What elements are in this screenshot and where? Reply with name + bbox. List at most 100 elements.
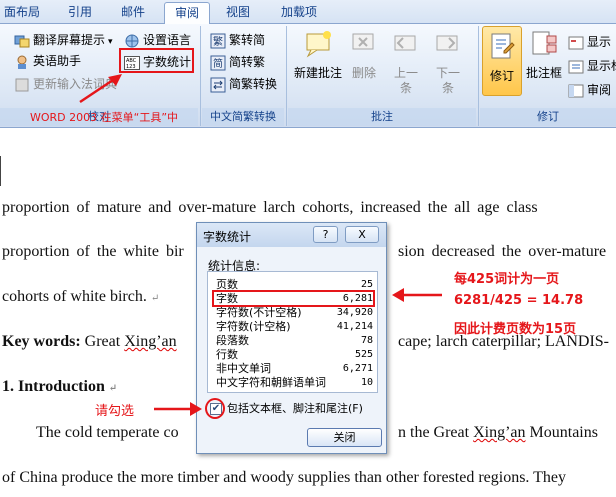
group-separator <box>200 26 201 126</box>
tab-mailings[interactable]: 邮件 <box>110 2 156 24</box>
tab-references[interactable]: 引用 <box>56 2 104 24</box>
chevron-down-icon: ▾ <box>108 37 113 47</box>
group-separator <box>286 26 287 126</box>
para-xingan: Xing’an <box>473 424 526 441</box>
svg-text:简: 简 <box>213 57 223 70</box>
close-window-button[interactable]: X <box>345 226 379 243</box>
display-dropdown[interactable]: 显示 <box>568 32 611 52</box>
display-label: 显示 <box>587 35 612 49</box>
stat-value: 6,271 <box>342 363 373 374</box>
traditional-icon: 简 <box>210 55 226 70</box>
delete-comment-button[interactable]: 删除 <box>344 28 384 81</box>
doc-line-2-right: sion decreased the over-mature <box>398 243 607 260</box>
track-changes-button[interactable]: 修订 <box>482 26 522 96</box>
tab-addins[interactable]: 加载项 <box>270 2 328 24</box>
to-simplified-button[interactable]: 繁繁转简 <box>210 30 265 50</box>
to-simplified-label: 繁转简 <box>229 33 266 47</box>
stat-label: 段落数 <box>216 334 249 347</box>
translate-tip-label: 翻译屏幕提示 <box>33 33 106 47</box>
svg-text:繁: 繁 <box>213 35 223 48</box>
tab-page-layout[interactable]: 面布局 <box>0 2 44 24</box>
paragraph-mark-icon: ↵ <box>150 293 160 304</box>
pages-note: 因此计费页数为15页 <box>454 322 577 337</box>
red-arrow-icon <box>79 74 122 104</box>
reviewing-pane-button[interactable]: 审阅 <box>568 80 611 100</box>
check-note: 请勾选 <box>95 404 135 419</box>
group-separator <box>478 26 479 126</box>
doc-line-2-left: proportion of the white bir <box>2 243 184 260</box>
show-markup-label: 显示标 <box>587 59 616 73</box>
show-markup-dropdown[interactable]: 显示标 <box>568 56 616 76</box>
set-language-button[interactable]: 设置语言 <box>124 30 191 50</box>
to-traditional-label: 简转繁 <box>229 55 266 69</box>
help-button[interactable]: ? <box>313 226 338 243</box>
assistant-icon <box>17 55 27 69</box>
new-comment-label: 新建批注 <box>293 66 342 80</box>
language-icon <box>125 34 139 47</box>
word-count-dialog: 字数统计 ? X 统计信息: 页数 25 字数 6,281 字符数(不计空格) 34,… <box>196 222 387 454</box>
english-assistant-label: 英语助手 <box>33 54 82 68</box>
to-traditional-button[interactable]: 简简转繁 <box>210 52 265 72</box>
simplified-icon: 繁 <box>210 33 226 48</box>
doc-line-last: of China produce the more timber and woo… <box>2 469 567 486</box>
dialog-title: 字数统计 <box>203 230 252 244</box>
reviewing-pane-label: 审阅 <box>587 83 612 97</box>
tracking-group-footer: 修订 <box>480 108 616 126</box>
text-cursor <box>0 156 1 186</box>
conversion-label: 简繁转换 <box>229 77 278 91</box>
display-icon <box>568 36 584 49</box>
previous-label-2: 条 <box>399 81 412 95</box>
stat-label: 中文字符和朝鲜语单词 <box>216 376 326 389</box>
word-count-highlight-box <box>119 48 194 73</box>
show-markup-icon <box>568 60 584 73</box>
per-page-note: 每425词计为一页 <box>454 272 560 287</box>
ribbon: 翻译屏幕提示 ▾ 设置语言 英语助手 ABC 123 字数统计 更新输入法词典 校对 … <box>0 24 616 128</box>
paragraph-mark-icon: ↵ <box>108 383 118 394</box>
red-arrow-icon <box>154 402 202 416</box>
para-left: The cold temperate co <box>36 424 179 441</box>
english-assistant-button[interactable]: 英语助手 <box>14 51 81 71</box>
next-comment-button[interactable]: 下一 条 <box>428 28 468 96</box>
stat-label: 字符数(计空格) <box>216 320 291 333</box>
word2003-note: WORD 2003 在菜单“工具”中 <box>30 111 179 124</box>
stat-row-chinese-chars: 中文字符和朝鲜语单词 10 <box>216 377 373 389</box>
stat-value: 34,920 <box>336 307 373 318</box>
keywords-line-left: Key words: Great Xing’an <box>2 333 177 351</box>
translate-icon <box>14 35 30 47</box>
stat-label: 字符数(不计空格) <box>216 306 302 319</box>
stat-row-lines: 行数 525 <box>216 349 373 361</box>
tab-review[interactable]: 审阅 <box>164 2 210 25</box>
para-right: n the Great Xing’an Mountains <box>398 424 598 442</box>
keywords-xingan: Xing’an <box>124 333 177 350</box>
statistics-panel: 页数 25 字数 6,281 字符数(不计空格) 34,920 字符数(计空格) 41,… <box>207 271 378 393</box>
intro-heading: 1. Introduction ↵ <box>2 378 117 396</box>
previous-label-1: 上一 <box>393 66 418 80</box>
conversion-icon <box>210 77 226 92</box>
new-comment-button[interactable]: 新建批注 <box>290 28 346 81</box>
close-button[interactable]: 关闭 <box>307 428 382 447</box>
next-label-1: 下一 <box>435 66 460 80</box>
balloons-button[interactable]: 批注框 <box>522 28 566 81</box>
checkbox-highlight-circle <box>205 398 225 419</box>
translate-tip-button[interactable]: 翻译屏幕提示 ▾ <box>14 30 113 50</box>
chinese-conversion-group-footer: 中文简繁转换 <box>202 108 284 126</box>
dialog-title-bar[interactable]: 字数统计 ? X <box>197 223 386 247</box>
stat-row-chars-with-space: 字符数(计空格) 41,214 <box>216 321 373 333</box>
conversion-button[interactable]: 简繁转换 <box>210 74 277 94</box>
tab-view[interactable]: 视图 <box>216 2 260 24</box>
calc-note: 6281/425 = 14.78 <box>454 293 584 308</box>
stat-row-chars-no-space: 字符数(不计空格) 34,920 <box>216 307 373 319</box>
include-textboxes-checkbox[interactable]: ✔ 包括文本框、脚注和尾注(F) <box>208 401 383 417</box>
doc-line-3: cohorts of white birch. ↵ <box>2 288 159 306</box>
close-icon: X <box>358 228 366 241</box>
stat-value: 78 <box>360 335 373 346</box>
intro-heading-text: 1. Introduction <box>2 378 105 395</box>
comments-footer-label: 批注 <box>371 110 393 123</box>
balloons-label: 批注框 <box>525 66 562 80</box>
previous-comment-icon <box>394 35 416 51</box>
previous-comment-button[interactable]: 上一 条 <box>386 28 426 96</box>
words-highlight-box <box>212 290 375 307</box>
chinese-conversion-footer-label: 中文简繁转换 <box>210 110 276 123</box>
stat-value: 41,214 <box>336 321 373 332</box>
track-changes-label: 修订 <box>489 69 514 83</box>
